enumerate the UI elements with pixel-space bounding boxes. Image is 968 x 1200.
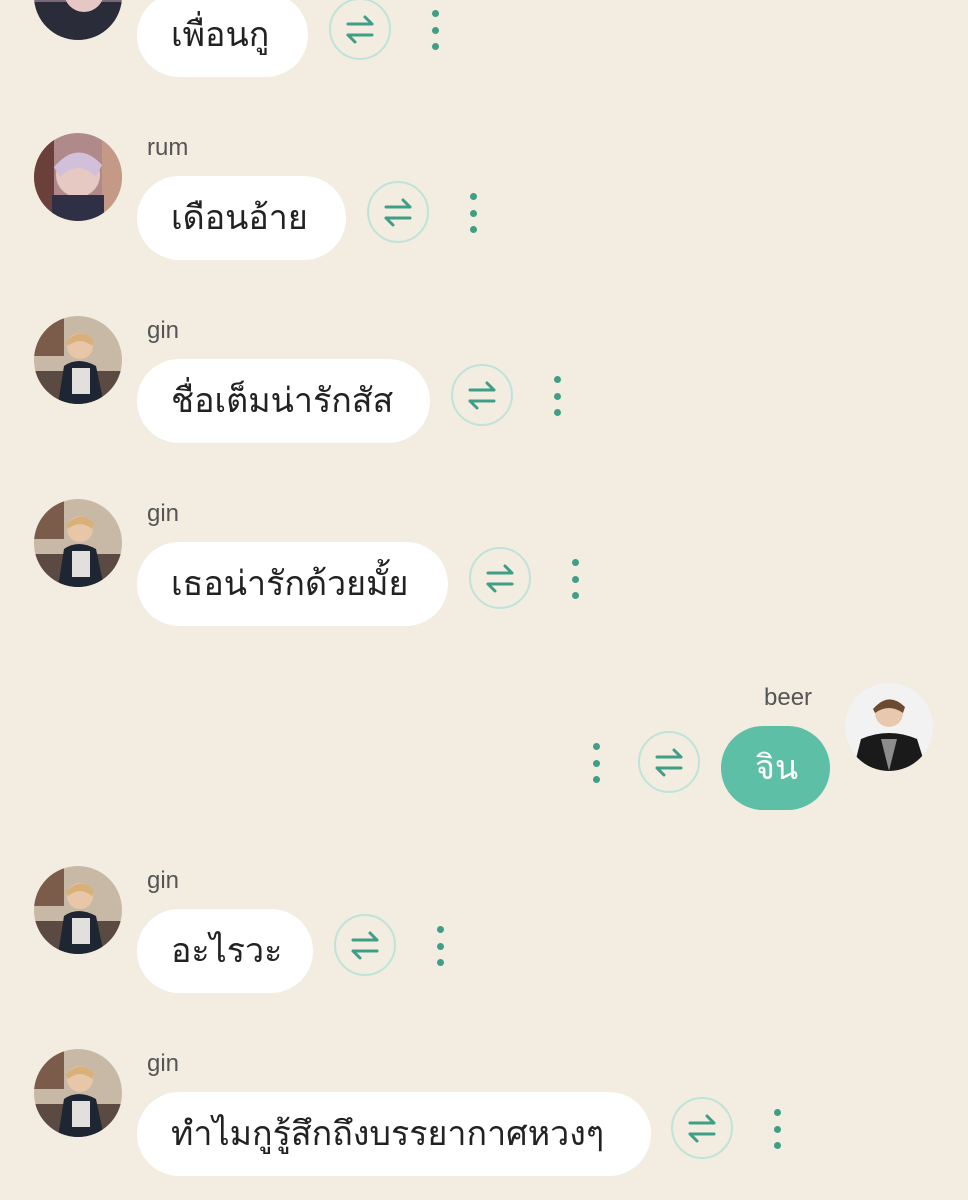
message-bubble[interactable]: อะไรวะ: [137, 909, 313, 993]
dot: [592, 759, 600, 767]
more-options-button[interactable]: [565, 559, 585, 599]
dot: [773, 1125, 781, 1133]
translate-arrows-icon: [486, 564, 514, 593]
translate-arrows-icon: [346, 15, 374, 44]
message-text: เดือนอ้าย: [171, 198, 308, 238]
message-bubble[interactable]: เพื่อนกู: [137, 0, 308, 77]
more-options-button[interactable]: [547, 376, 567, 416]
dot: [571, 592, 579, 599]
more-options-button[interactable]: [586, 743, 606, 783]
sender-name: gin: [147, 1050, 180, 1077]
avatar[interactable]: [34, 866, 122, 954]
translate-button[interactable]: [451, 364, 513, 426]
avatar[interactable]: [34, 0, 122, 40]
avatar[interactable]: [34, 316, 122, 404]
sender-name: gin: [147, 867, 180, 894]
message-text: อะไรวะ: [171, 931, 283, 971]
more-vertical-icon: [436, 926, 444, 933]
dot: [436, 959, 444, 966]
message-text: ชื่อเต็มน่ารักสัส: [171, 381, 394, 421]
dot: [469, 209, 477, 217]
translate-arrows-icon: [468, 381, 496, 410]
message-bubble[interactable]: ชื่อเต็มน่ารักสัส: [137, 359, 430, 443]
more-vertical-icon: [592, 743, 600, 750]
avatar[interactable]: [34, 499, 122, 587]
dot: [469, 226, 477, 233]
translate-button[interactable]: [671, 1097, 733, 1159]
message-text: จิน: [755, 748, 799, 788]
sender-name: rum: [147, 134, 189, 161]
avatar[interactable]: [34, 1049, 122, 1137]
more-options-button[interactable]: [767, 1109, 787, 1149]
translate-arrows-icon: [351, 931, 379, 960]
message-bubble[interactable]: จิน: [721, 726, 830, 810]
dot: [571, 575, 579, 583]
sender-name: gin: [147, 500, 180, 527]
more-vertical-icon: [571, 559, 579, 566]
sender-name: beer: [764, 684, 813, 711]
more-vertical-icon: [469, 193, 477, 200]
translate-button[interactable]: [367, 181, 429, 243]
translate-arrows-icon: [688, 1114, 716, 1143]
more-options-button[interactable]: [425, 10, 445, 50]
more-vertical-icon: [431, 10, 439, 17]
translate-arrows-icon: [384, 198, 412, 227]
message-text: เธอน่ารักด้วยมั้ย: [171, 564, 409, 604]
dot: [436, 942, 444, 950]
dot: [431, 43, 439, 50]
dot: [553, 392, 561, 400]
message-bubble[interactable]: ทำไมกูรู้สึกถึงบรรยากาศหวงๆ: [137, 1092, 651, 1176]
translate-button[interactable]: [329, 0, 391, 60]
dot: [553, 409, 561, 416]
dot: [592, 776, 600, 783]
more-options-button[interactable]: [463, 193, 483, 233]
more-options-button[interactable]: [430, 926, 450, 966]
message-bubble[interactable]: เธอน่ารักด้วยมั้ย: [137, 542, 448, 626]
more-vertical-icon: [553, 376, 561, 383]
dot: [431, 26, 439, 34]
message-text: ทำไมกูรู้สึกถึงบรรยากาศหวงๆ: [171, 1114, 605, 1154]
translate-button[interactable]: [469, 547, 531, 609]
avatar[interactable]: [34, 133, 122, 221]
message-bubble[interactable]: เดือนอ้าย: [137, 176, 346, 260]
message-text: เพื่อนกู: [171, 15, 270, 55]
sender-name: gin: [147, 317, 180, 344]
more-vertical-icon: [773, 1109, 781, 1116]
translate-arrows-icon: [655, 748, 683, 777]
translate-button[interactable]: [638, 731, 700, 793]
translate-button[interactable]: [334, 914, 396, 976]
avatar[interactable]: [845, 683, 933, 771]
dot: [773, 1142, 781, 1149]
